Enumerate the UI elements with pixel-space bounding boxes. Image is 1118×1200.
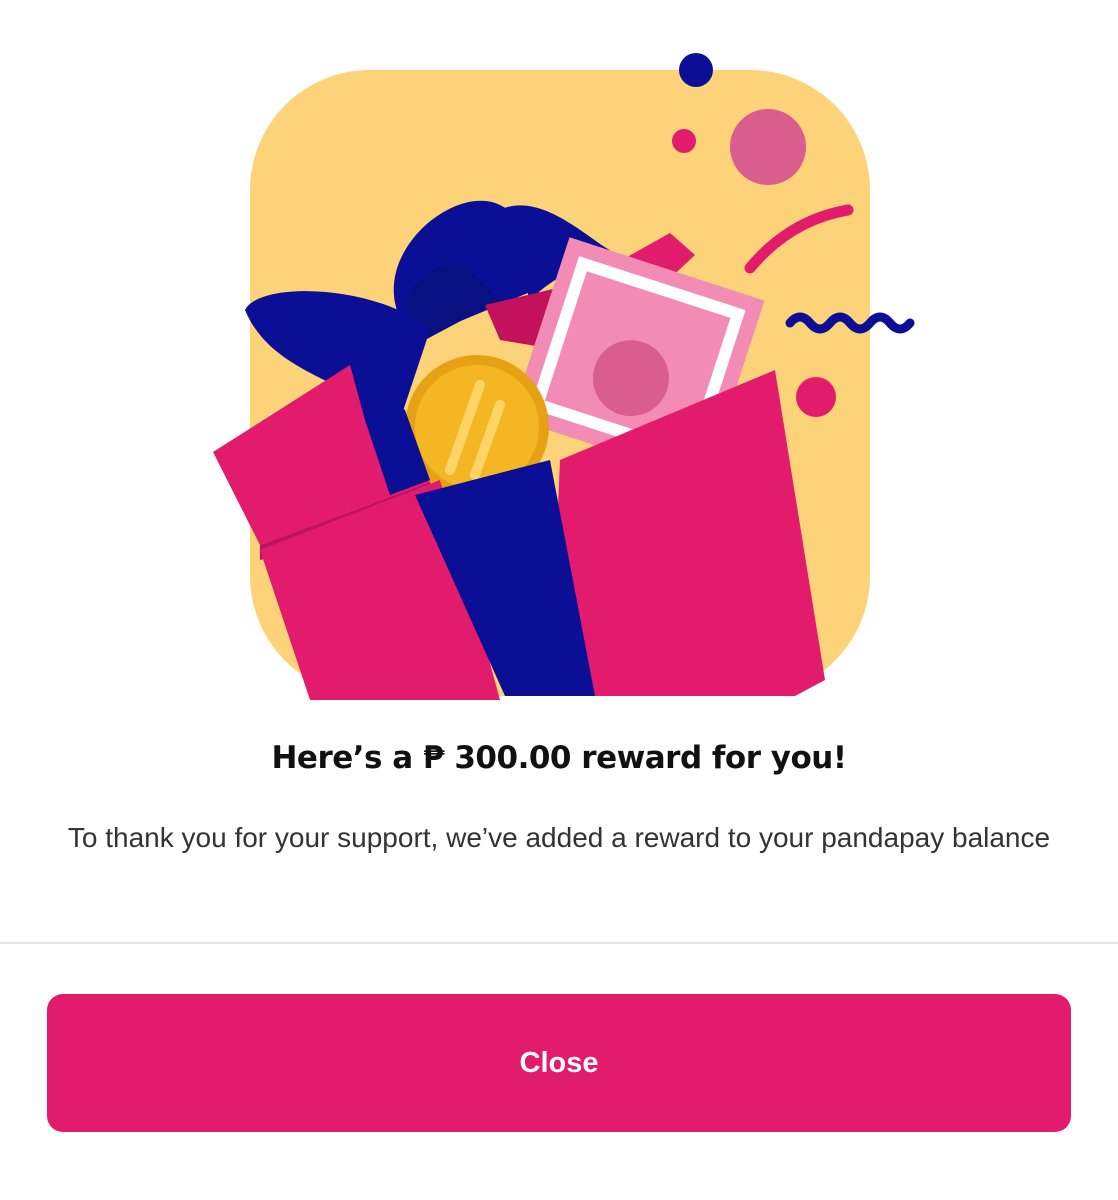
- reward-dialog: Here’s a ₱ 300.00 reward for you! To tha…: [0, 0, 1118, 1200]
- reward-message: To thank you for your support, we’ve add…: [67, 822, 1051, 853]
- close-button[interactable]: Close: [47, 994, 1071, 1132]
- gift-box-illustration: [200, 40, 920, 710]
- reward-title: Here’s a ₱ 300.00 reward for you!: [271, 740, 847, 776]
- divider: [0, 942, 1118, 944]
- gift-icon: [213, 53, 915, 700]
